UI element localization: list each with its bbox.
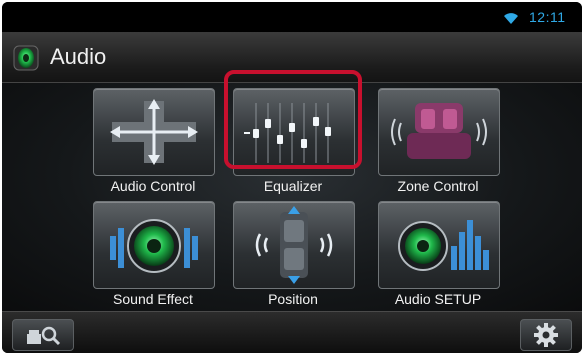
position-button[interactable] — [233, 201, 355, 289]
position-icon — [255, 206, 333, 284]
tile-label-position: Position — [268, 291, 318, 307]
title-bar: Audio — [2, 32, 582, 83]
equalizer-button[interactable] — [233, 88, 355, 176]
audio-control-button[interactable] — [93, 88, 215, 176]
tile-label-audio-control: Audio Control — [110, 178, 196, 194]
tile-label-zone-control: Zone Control — [397, 178, 479, 194]
bottom-bar — [2, 311, 582, 353]
audio-control-icon — [110, 99, 198, 165]
search-icon — [27, 326, 61, 346]
status-bar: 12:11 — [2, 2, 582, 32]
zone-control-button[interactable] — [378, 88, 500, 176]
tile-label-audio-setup: Audio SETUP — [394, 291, 482, 307]
sound-effect-icon — [110, 219, 198, 273]
audio-setup-button[interactable] — [378, 201, 500, 289]
gear-icon — [534, 323, 558, 347]
tile-label-sound-effect: Sound Effect — [113, 291, 193, 307]
audio-icon — [13, 45, 39, 71]
page-title: Audio — [50, 44, 107, 69]
search-button[interactable] — [12, 319, 74, 351]
device-screen: 12:11 Audio Audio Control Equalizer Zone… — [2, 2, 582, 353]
wifi-icon — [504, 13, 518, 24]
clock: 12:11 — [529, 9, 566, 25]
audio-setup-icon — [398, 220, 489, 271]
sound-effect-button[interactable] — [93, 201, 215, 289]
zone-control-icon — [391, 103, 487, 159]
tile-label-equalizer: Equalizer — [263, 178, 323, 194]
equalizer-icon — [244, 103, 331, 163]
menu-grid: Audio Control Equalizer Zone Control Sou… — [2, 83, 582, 311]
settings-button[interactable] — [520, 319, 572, 351]
